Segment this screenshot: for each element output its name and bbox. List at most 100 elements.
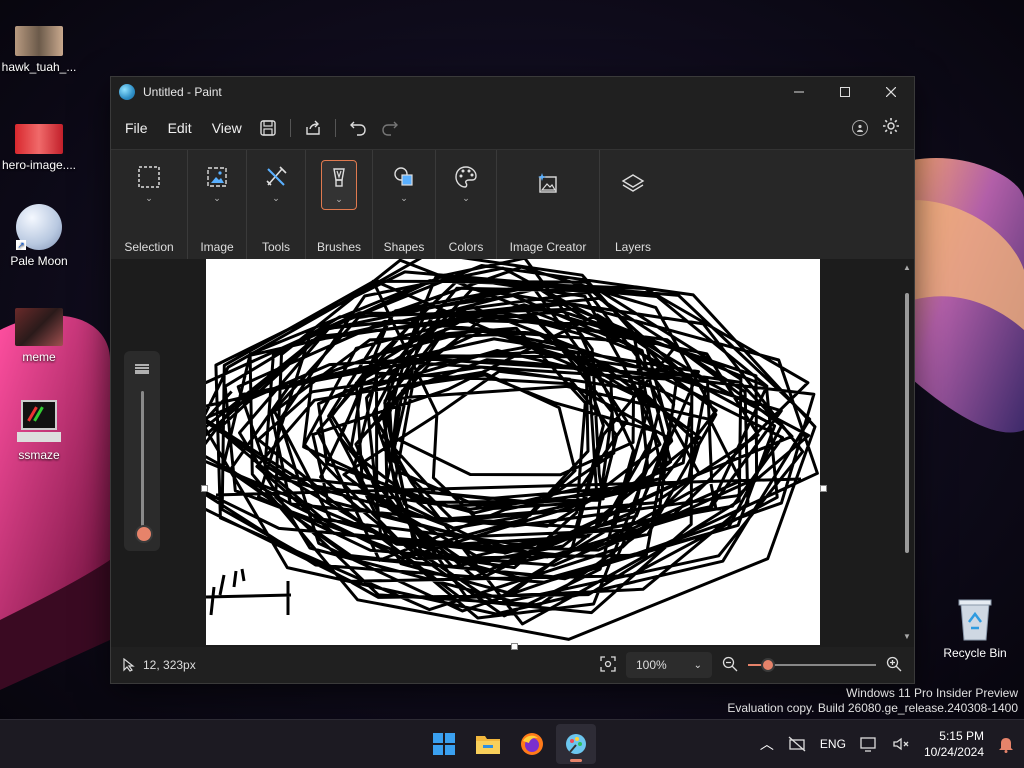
desktop-icon-hero-image[interactable]: hero-image.... — [0, 124, 78, 172]
desktop-icon-recycle-bin[interactable]: Recycle Bin — [940, 598, 1010, 660]
save-icon — [260, 120, 276, 136]
minimize-button[interactable] — [776, 77, 822, 107]
settings-button[interactable] — [882, 117, 900, 140]
zoom-out-button[interactable] — [722, 656, 738, 675]
chevron-down-icon: ⌄ — [335, 193, 343, 204]
scribble-stroke — [206, 568, 292, 616]
cursor-icon — [123, 658, 135, 672]
close-icon — [886, 87, 896, 97]
undo-button[interactable] — [342, 113, 374, 143]
ribbon-group-selection[interactable]: ⌄ Selection — [111, 150, 188, 260]
canvas-resize-handle-right[interactable] — [820, 485, 827, 492]
desktop-icon-hawk-tuah[interactable]: hawk_tuah_... — [0, 26, 78, 74]
zoom-slider-handle[interactable] — [761, 658, 776, 672]
divider — [334, 119, 336, 137]
divider — [289, 119, 291, 137]
windows-logo-icon — [433, 733, 455, 755]
taskbar-file-explorer[interactable] — [468, 724, 508, 764]
ribbon-group-image[interactable]: ⌄ Image — [188, 150, 247, 260]
zoom-slider[interactable] — [748, 658, 876, 672]
close-button[interactable] — [868, 77, 914, 107]
account-icon — [857, 124, 863, 132]
paint-icon — [566, 734, 586, 754]
maximize-button[interactable] — [822, 77, 868, 107]
scribble-drawing — [206, 259, 819, 641]
minimize-icon — [794, 91, 804, 93]
scrollbar-thumb[interactable] — [905, 293, 909, 553]
desktop-icon-meme[interactable]: meme — [0, 308, 78, 364]
shortcut-arrow-icon: ↗ — [16, 240, 26, 250]
share-icon — [306, 120, 320, 135]
vertical-scrollbar[interactable]: ▲ ▼ — [903, 263, 911, 641]
clock-date: 10/24/2024 — [923, 745, 984, 759]
share-button[interactable] — [297, 113, 329, 143]
pale-moon-icon: ↗ — [16, 204, 62, 250]
cursor-position: 12, 323px — [143, 658, 196, 672]
language-indicator[interactable]: ENG — [820, 737, 846, 751]
brush-size-icon — [135, 364, 149, 374]
firefox-icon — [521, 733, 543, 755]
menu-edit[interactable]: Edit — [158, 114, 202, 142]
ribbon-group-layers[interactable]: Layers — [600, 150, 666, 260]
show-hidden-icons-button[interactable]: ︿ — [760, 734, 774, 754]
taskbar-firefox[interactable] — [512, 724, 552, 764]
start-button[interactable] — [424, 724, 464, 764]
ribbon-group-tools[interactable]: ⌄ Tools — [247, 150, 306, 260]
desktop-icon-pale-moon[interactable]: ↗ Pale Moon — [0, 204, 78, 268]
account-button[interactable] — [852, 120, 868, 136]
tools-icon — [266, 165, 287, 186]
network-disconnected-icon[interactable] — [788, 736, 806, 752]
zoom-out-icon — [722, 656, 738, 671]
shapes-icon — [394, 166, 413, 186]
zoom-level: 100% — [636, 658, 667, 672]
chevron-down-icon: ⌄ — [213, 192, 221, 203]
redo-icon — [382, 121, 398, 136]
zoom-level-dropdown[interactable]: 100% ⌄ — [626, 652, 712, 678]
menu-file[interactable]: File — [115, 114, 158, 142]
title-bar[interactable]: Untitled - Paint — [111, 77, 914, 107]
palette-icon — [455, 165, 477, 188]
layers-icon — [621, 174, 645, 192]
ribbon-group-brushes[interactable]: ⌄ Brushes — [306, 150, 373, 260]
notification-bell-icon[interactable] — [998, 735, 1014, 753]
taskbar: ︿ ENG 5:15 PM 10/24/2024 — [0, 719, 1024, 768]
redo-button[interactable] — [374, 113, 406, 143]
brush-size-slider[interactable] — [141, 391, 144, 531]
gear-icon — [883, 117, 899, 134]
canvas-resize-handle-left[interactable] — [201, 485, 208, 492]
image-thumbnail-icon — [15, 308, 63, 346]
menu-bar: File Edit View — [111, 107, 914, 149]
ribbon-group-image-creator[interactable]: Image Creator — [497, 150, 600, 260]
taskbar-clock[interactable]: 5:15 PM 10/24/2024 — [924, 728, 984, 760]
recycle-bin-icon — [958, 599, 992, 641]
ribbon-group-shapes[interactable]: ⌄ Shapes — [373, 150, 436, 260]
display-icon[interactable] — [860, 736, 878, 752]
drawing-canvas[interactable] — [206, 259, 820, 645]
window-title: Untitled - Paint — [143, 85, 222, 99]
taskbar-paint[interactable] — [556, 724, 596, 764]
save-button[interactable] — [252, 113, 284, 143]
ribbon-group-colors[interactable]: ⌄ Colors — [436, 150, 497, 260]
image-icon — [207, 166, 227, 187]
chevron-down-icon: ⌄ — [145, 192, 153, 203]
image-thumbnail-icon — [15, 124, 63, 154]
clock-time: 5:15 PM — [939, 729, 984, 743]
recycle-bin-label: Recycle Bin — [943, 646, 1007, 660]
menu-view[interactable]: View — [202, 114, 252, 142]
scroll-down-icon[interactable]: ▼ — [903, 632, 911, 641]
chevron-down-icon: ⌄ — [272, 192, 280, 203]
zoom-in-button[interactable] — [886, 656, 902, 675]
volume-muted-icon[interactable] — [892, 736, 910, 752]
scroll-up-icon[interactable]: ▲ — [903, 263, 911, 272]
status-bar: 12, 323px 100% ⌄ — [111, 647, 914, 683]
brush-size-handle[interactable] — [135, 525, 153, 543]
brushes-button[interactable]: ⌄ — [321, 160, 357, 210]
paint-window: Untitled - Paint File Edit View ⌄ Select… — [110, 76, 915, 684]
brush-size-panel — [124, 351, 160, 551]
evaluation-watermark: Windows 11 Pro Insider Preview Evaluatio… — [727, 686, 1018, 715]
undo-icon — [349, 121, 366, 136]
chevron-down-icon: ⌄ — [400, 192, 408, 203]
desktop-icon-ssmaze[interactable]: ssmaze — [0, 400, 78, 462]
screensaver-icon — [17, 400, 61, 444]
fit-to-window-button[interactable] — [600, 655, 616, 675]
